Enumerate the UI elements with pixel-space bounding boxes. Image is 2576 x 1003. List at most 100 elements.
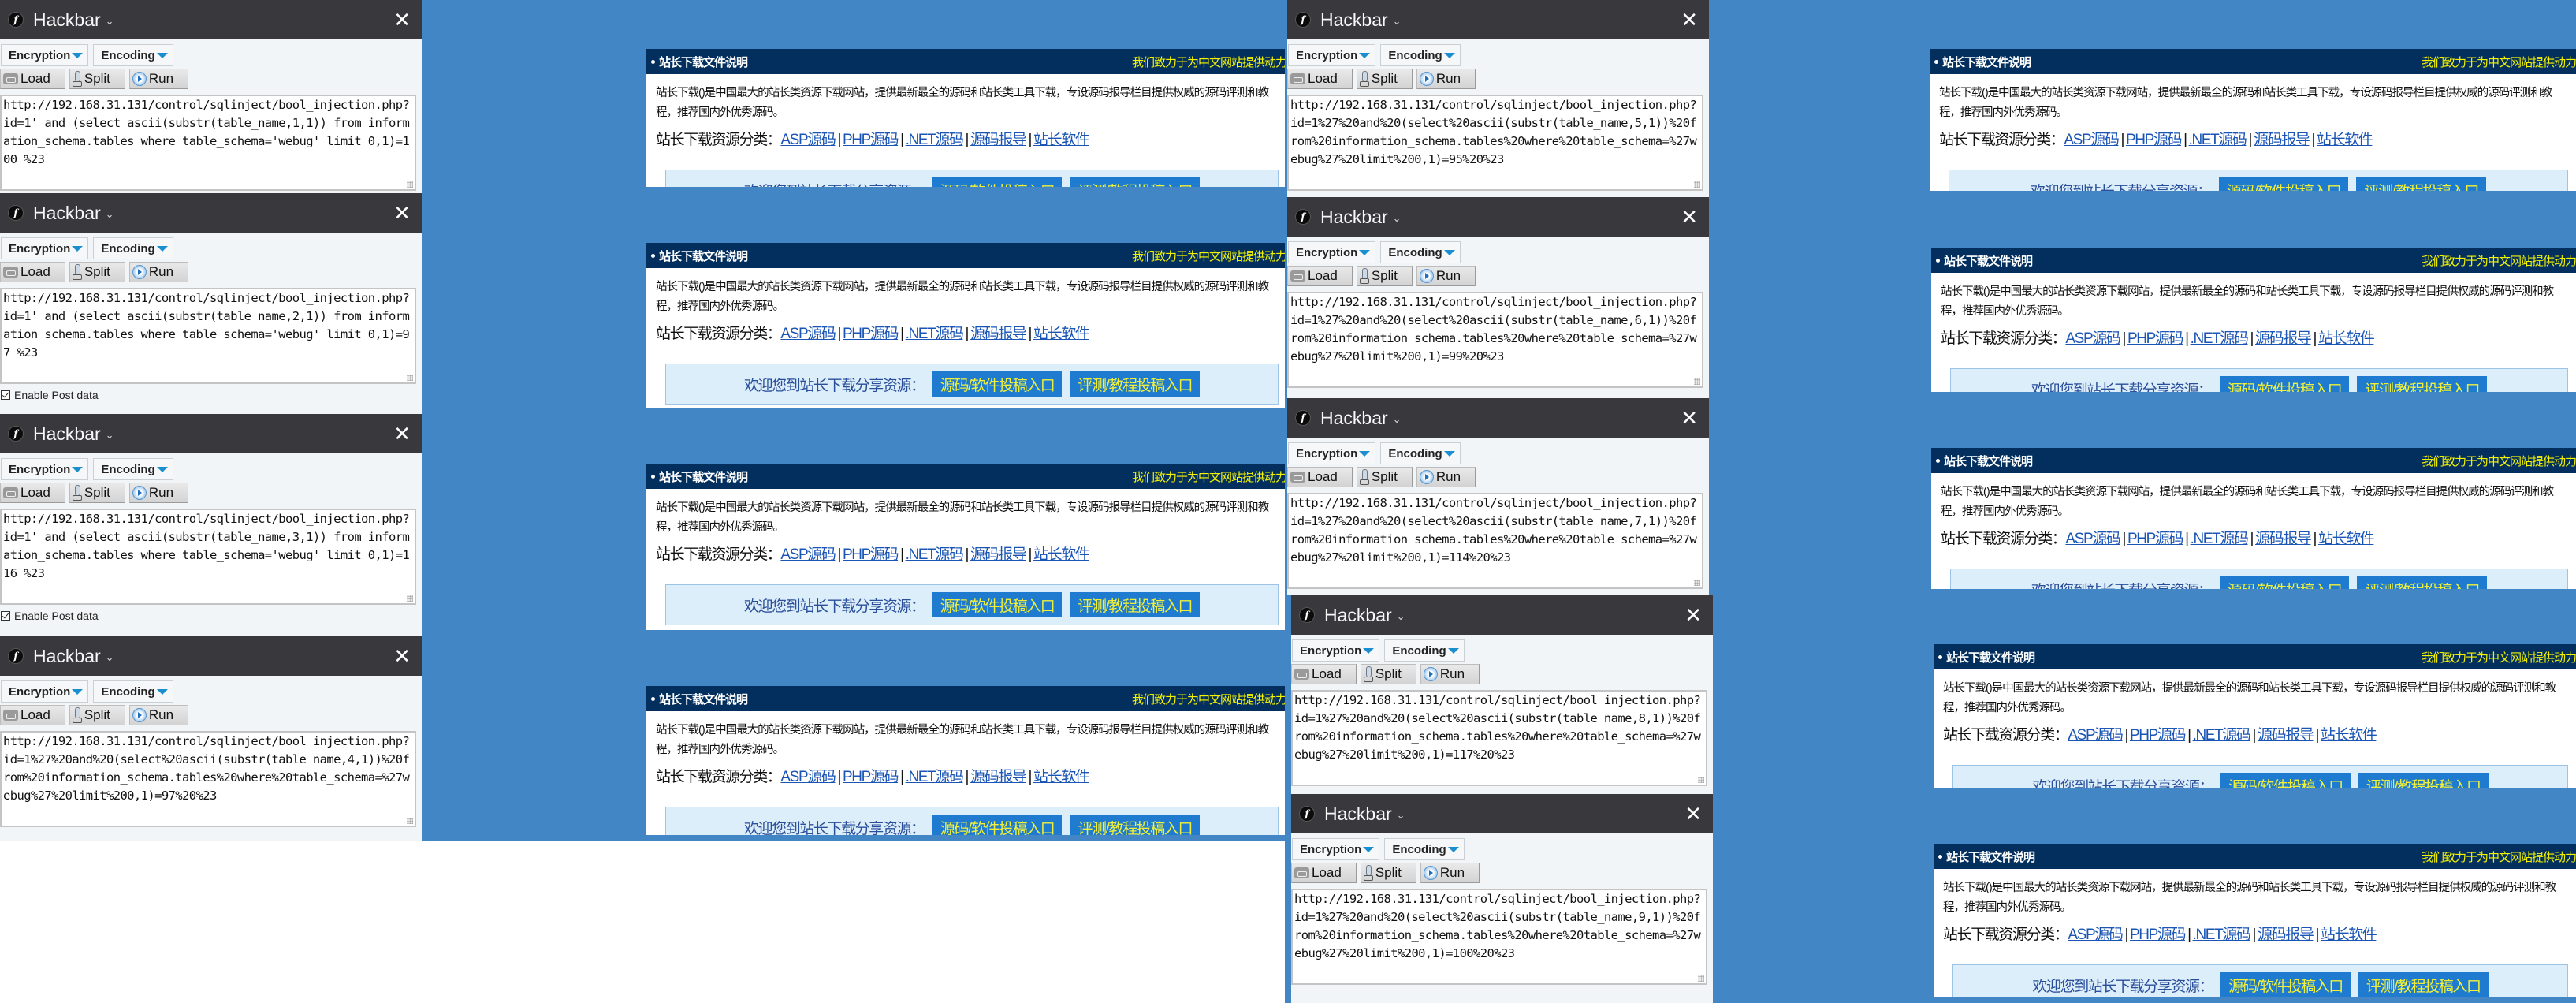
run-button[interactable]: Run [1416,69,1476,89]
category-link-asp[interactable]: ASP源码 [2068,927,2123,943]
resize-grip-icon[interactable] [407,595,413,602]
category-link-net[interactable]: .NET源码 [2193,727,2251,744]
submit-source-button[interactable]: 源码/软件投稿入口 [2219,576,2350,589]
enable-post-data-checkbox[interactable]: Enable Post data [0,389,422,401]
encryption-menu[interactable]: Encryption [1292,838,1380,860]
run-button[interactable]: Run [1416,266,1476,286]
load-url-button[interactable]: Load [0,705,65,725]
category-link-php[interactable]: PHP源码 [843,326,899,342]
close-icon[interactable]: ✕ [1684,605,1702,625]
url-textarea[interactable]: http://192.168.31.131/control/sqlinject/… [1291,690,1707,786]
category-link-php[interactable]: PHP源码 [843,769,899,785]
category-link-software[interactable]: 站长软件 [1033,769,1090,785]
split-url-button[interactable]: Split [1356,266,1413,286]
category-link-software[interactable]: 站长软件 [1033,132,1090,148]
category-link-net[interactable]: .NET源码 [906,132,964,148]
category-link-asp[interactable]: ASP源码 [780,132,836,148]
run-button[interactable]: Run [128,705,189,725]
url-textarea[interactable]: http://192.168.31.131/control/sqlinject/… [0,509,416,605]
submit-source-button[interactable]: 源码/软件投稿入口 [2218,177,2349,191]
category-link-php[interactable]: PHP源码 [843,546,899,563]
submit-source-button[interactable]: 源码/软件投稿入口 [2220,972,2351,997]
run-button[interactable]: Run [1416,467,1476,487]
encoding-menu[interactable]: Encoding [93,44,173,66]
load-url-button[interactable]: Load [0,69,65,89]
split-url-button[interactable]: Split [69,483,125,503]
category-link-net[interactable]: .NET源码 [2191,531,2249,547]
category-link-asp[interactable]: ASP源码 [2065,330,2120,347]
encryption-menu[interactable]: Encryption [1288,44,1376,66]
category-link-report[interactable]: 源码报导 [970,132,1027,148]
submit-tutorial-button[interactable]: 评测/教程投稿入口 [2356,177,2487,191]
close-icon[interactable]: ✕ [393,646,411,666]
category-link-php[interactable]: PHP源码 [2130,727,2186,744]
encoding-menu[interactable]: Encoding [93,680,173,703]
run-button[interactable]: Run [1420,664,1480,684]
category-link-report[interactable]: 源码报导 [2255,330,2312,347]
url-textarea[interactable]: http://192.168.31.131/control/sqlinject/… [0,288,416,384]
category-link-php[interactable]: PHP源码 [2130,927,2186,943]
encryption-menu[interactable]: Encryption [1,458,89,480]
load-url-button[interactable]: Load [0,262,65,282]
category-link-php[interactable]: PHP源码 [843,132,899,148]
category-link-net[interactable]: .NET源码 [906,769,964,785]
chevron-down-icon[interactable]: ⌄ [1397,809,1405,822]
submit-source-button[interactable]: 源码/软件投稿入口 [2219,376,2350,392]
checkbox-checked-icon[interactable] [1,390,10,400]
resize-grip-icon[interactable] [407,818,413,824]
load-url-button[interactable]: Load [1291,664,1357,684]
resize-grip-icon[interactable] [1694,580,1700,586]
submit-tutorial-button[interactable]: 评测/教程投稿入口 [2358,773,2489,788]
category-link-php[interactable]: PHP源码 [2127,531,2183,547]
category-link-software[interactable]: 站长软件 [2318,531,2375,547]
submit-source-button[interactable]: 源码/软件投稿入口 [932,592,1063,617]
category-link-net[interactable]: .NET源码 [906,546,964,563]
load-url-button[interactable]: Load [1287,467,1353,487]
chevron-down-icon[interactable]: ⌄ [106,15,114,28]
category-link-net[interactable]: .NET源码 [2193,927,2251,943]
category-link-net[interactable]: .NET源码 [2189,132,2247,148]
resize-grip-icon[interactable] [1694,181,1700,188]
close-icon[interactable]: ✕ [393,203,411,223]
chevron-down-icon[interactable]: ⌄ [106,651,114,664]
run-button[interactable]: Run [128,69,189,89]
chevron-down-icon[interactable]: ⌄ [106,429,114,442]
run-button[interactable]: Run [128,262,189,282]
load-url-button[interactable]: Load [1291,863,1357,883]
submit-tutorial-button[interactable]: 评测/教程投稿入口 [2358,972,2489,997]
category-link-asp[interactable]: ASP源码 [780,326,836,342]
category-link-asp[interactable]: ASP源码 [2068,727,2123,744]
load-url-button[interactable]: Load [0,483,65,503]
encryption-menu[interactable]: Encryption [1288,241,1376,263]
submit-source-button[interactable]: 源码/软件投稿入口 [932,177,1063,187]
resize-grip-icon[interactable] [1694,378,1700,385]
resize-grip-icon[interactable] [1698,777,1704,783]
category-link-software[interactable]: 站长软件 [2318,330,2375,347]
encoding-menu[interactable]: Encoding [1380,442,1461,464]
submit-tutorial-button[interactable]: 评测/教程投稿入口 [1070,371,1201,397]
submit-source-button[interactable]: 源码/软件投稿入口 [932,371,1063,397]
category-link-asp[interactable]: ASP源码 [2065,531,2120,547]
close-icon[interactable]: ✕ [1681,207,1698,227]
close-icon[interactable]: ✕ [393,423,411,444]
category-link-software[interactable]: 站长软件 [2321,927,2377,943]
chevron-down-icon[interactable]: ⌄ [1393,15,1402,28]
category-link-php[interactable]: PHP源码 [2127,330,2183,347]
load-url-button[interactable]: Load [1287,266,1353,286]
category-link-report[interactable]: 源码报导 [2258,727,2314,744]
chevron-down-icon[interactable]: ⌄ [1393,413,1402,426]
category-link-report[interactable]: 源码报导 [970,326,1027,342]
category-link-software[interactable]: 站长软件 [1033,326,1090,342]
close-icon[interactable]: ✕ [1684,804,1702,824]
checkbox-checked-icon[interactable] [1,611,10,621]
encryption-menu[interactable]: Encryption [1,680,89,703]
url-textarea[interactable]: http://192.168.31.131/control/sqlinject/… [1287,95,1703,191]
split-url-button[interactable]: Split [69,262,125,282]
category-link-software[interactable]: 站长软件 [2321,727,2377,744]
split-url-button[interactable]: Split [1356,467,1413,487]
url-textarea[interactable]: http://192.168.31.131/control/sqlinject/… [1287,292,1703,388]
url-textarea[interactable]: http://192.168.31.131/control/sqlinject/… [1291,889,1707,985]
submit-source-button[interactable]: 源码/软件投稿入口 [932,815,1063,835]
split-url-button[interactable]: Split [69,705,125,725]
url-textarea[interactable]: http://192.168.31.131/control/sqlinject/… [0,95,416,191]
